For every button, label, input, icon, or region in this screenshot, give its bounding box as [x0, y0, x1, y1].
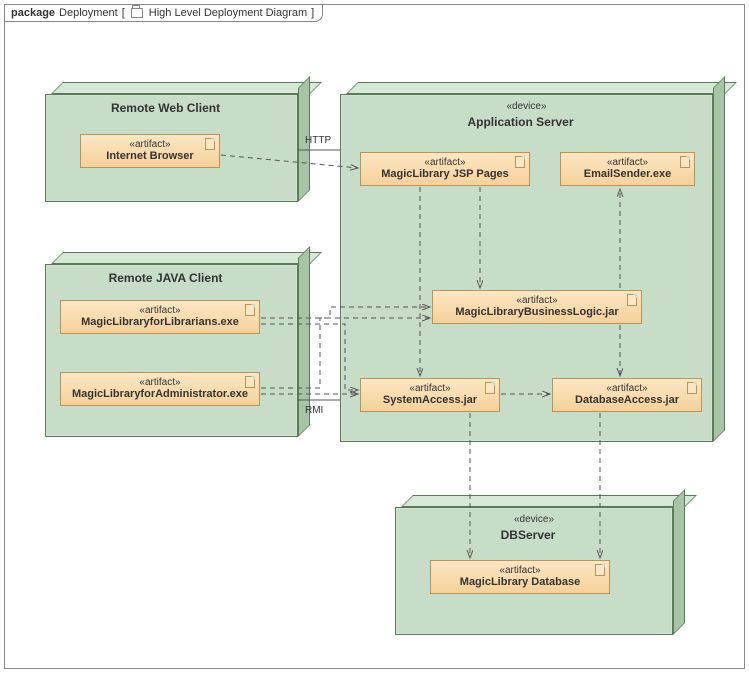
package-keyword: package: [11, 7, 55, 19]
artifact-icon: [515, 156, 525, 168]
artifact-dba: «artifact» DatabaseAccess.jar: [552, 378, 702, 412]
artifact-stereotype: «artifact»: [67, 377, 253, 388]
artifact-stereotype: «artifact»: [567, 157, 688, 168]
artifact-stereotype: «artifact»: [367, 157, 523, 168]
diagram-title: High Level Deployment Diagram: [149, 7, 307, 19]
artifact-icon: [595, 564, 605, 576]
artifact-stereotype: «artifact»: [367, 383, 493, 394]
artifact-name: MagicLibraryforLibrarians.exe: [67, 316, 253, 328]
label-rmi: RMI: [305, 405, 323, 416]
artifact-icon: [245, 376, 255, 388]
artifact-icon: [205, 138, 215, 150]
artifact-name: EmailSender.exe: [567, 168, 688, 180]
artifact-stereotype: «artifact»: [87, 139, 213, 150]
label-http: HTTP: [305, 135, 331, 146]
artifact-name: MagicLibraryBusinessLogic.jar: [439, 306, 635, 318]
artifact-icon: [680, 156, 690, 168]
node-title: Application Server: [341, 115, 700, 129]
artifact-email: «artifact» EmailSender.exe: [560, 152, 695, 186]
artifact-name: SystemAccess.jar: [367, 394, 493, 406]
bracket-close: ]: [311, 7, 314, 19]
node-title: Remote JAVA Client: [46, 271, 285, 285]
artifact-icon: [687, 382, 697, 394]
artifact-stereotype: «artifact»: [437, 565, 603, 576]
package-tab: package Deployment [ High Level Deployme…: [4, 4, 323, 22]
artifact-stereotype: «artifact»: [67, 305, 253, 316]
artifact-internet-browser: «artifact» Internet Browser: [80, 134, 220, 168]
artifact-admin: «artifact» MagicLibraryforAdministrator.…: [60, 372, 260, 406]
artifact-name: MagicLibrary JSP Pages: [367, 168, 523, 180]
node-title: Remote Web Client: [46, 101, 285, 115]
artifact-biz: «artifact» MagicLibraryBusinessLogic.jar: [432, 290, 642, 324]
node-stereotype: «device»: [341, 101, 712, 112]
artifact-name: MagicLibraryforAdministrator.exe: [67, 388, 253, 400]
node-stereotype: «device»: [396, 514, 672, 525]
artifact-stereotype: «artifact»: [439, 295, 635, 306]
diagram-icon: [131, 8, 143, 18]
artifact-icon: [485, 382, 495, 394]
artifact-db: «artifact» MagicLibrary Database: [430, 560, 610, 594]
node-remote-java-client: Remote JAVA Client: [45, 252, 310, 437]
artifact-name: MagicLibrary Database: [437, 576, 603, 588]
artifact-icon: [245, 304, 255, 316]
deployment-diagram: package Deployment [ High Level Deployme…: [0, 0, 749, 673]
artifact-librarians: «artifact» MagicLibraryforLibrarians.exe: [60, 300, 260, 334]
node-title: DBServer: [396, 528, 660, 542]
artifact-sys: «artifact» SystemAccess.jar: [360, 378, 500, 412]
artifact-stereotype: «artifact»: [559, 383, 695, 394]
package-name: Deployment: [59, 7, 118, 19]
artifact-name: Internet Browser: [87, 150, 213, 162]
artifact-name: DatabaseAccess.jar: [559, 394, 695, 406]
bracket-open: [: [122, 7, 125, 19]
artifact-jsp: «artifact» MagicLibrary JSP Pages: [360, 152, 530, 186]
artifact-icon: [627, 294, 637, 306]
